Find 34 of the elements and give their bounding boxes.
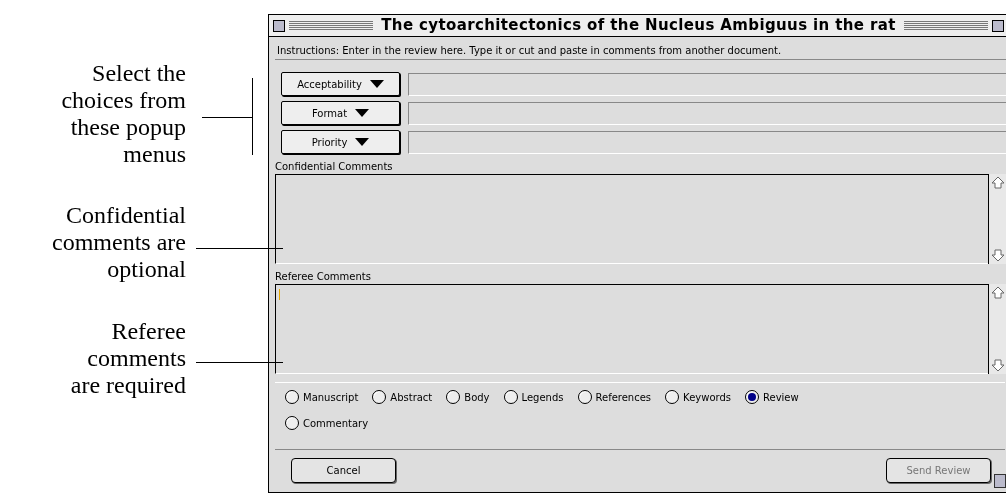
radio-button[interactable]: Keywords (665, 389, 731, 405)
input-field[interactable] (408, 101, 1006, 125)
scroll-down-arrow-icon[interactable] (990, 358, 1005, 372)
input-field[interactable] (408, 72, 1006, 96)
scroll-down-arrow-icon[interactable] (990, 248, 1005, 262)
popup-menu[interactable]: Acceptability (281, 72, 400, 96)
section-label: Confidential Comments (275, 160, 394, 174)
radio-button[interactable]: Body (446, 389, 490, 405)
zoom-box-icon[interactable] (992, 19, 1004, 32)
radio-button[interactable]: Manuscript (285, 389, 359, 405)
radio-button[interactable]: Abstract (372, 389, 433, 405)
close-box-icon[interactable] (273, 19, 285, 32)
instructions-text: Instructions: Enter in the review here. Type it or cut and paste in comments from another document. (275, 43, 1006, 60)
resize-grip-icon[interactable] (994, 474, 1006, 488)
caret-icon (369, 80, 384, 88)
radio-button[interactable]: Review (745, 389, 799, 405)
callout-text: Referee comments are required (70, 318, 186, 399)
scroll-bar[interactable] (988, 174, 1006, 264)
input-field[interactable] (408, 130, 1006, 154)
section-label: Referee Comments (275, 270, 372, 284)
callout-text: Confidential comments are optional (52, 202, 186, 283)
scroll-bar[interactable] (988, 284, 1006, 374)
caret-icon (355, 109, 370, 117)
popup-menu[interactable]: Priority (281, 130, 400, 154)
push-button[interactable]: Cancel (291, 458, 396, 483)
popup-menu[interactable]: Format (281, 101, 400, 125)
window-title: The cytoarchitectonics of the Nucleus Ambiguus in the rat (380, 15, 897, 37)
radio-button[interactable]: Commentary (285, 415, 369, 431)
caret-icon (355, 138, 370, 146)
scroll-up-arrow-icon[interactable] (990, 176, 1005, 190)
radio-button[interactable]: References (577, 389, 652, 405)
scroll-up-arrow-icon[interactable] (990, 286, 1005, 300)
radio-button[interactable]: Legends (503, 389, 564, 405)
callout-text: Select the choices from these popup menus (61, 60, 186, 168)
